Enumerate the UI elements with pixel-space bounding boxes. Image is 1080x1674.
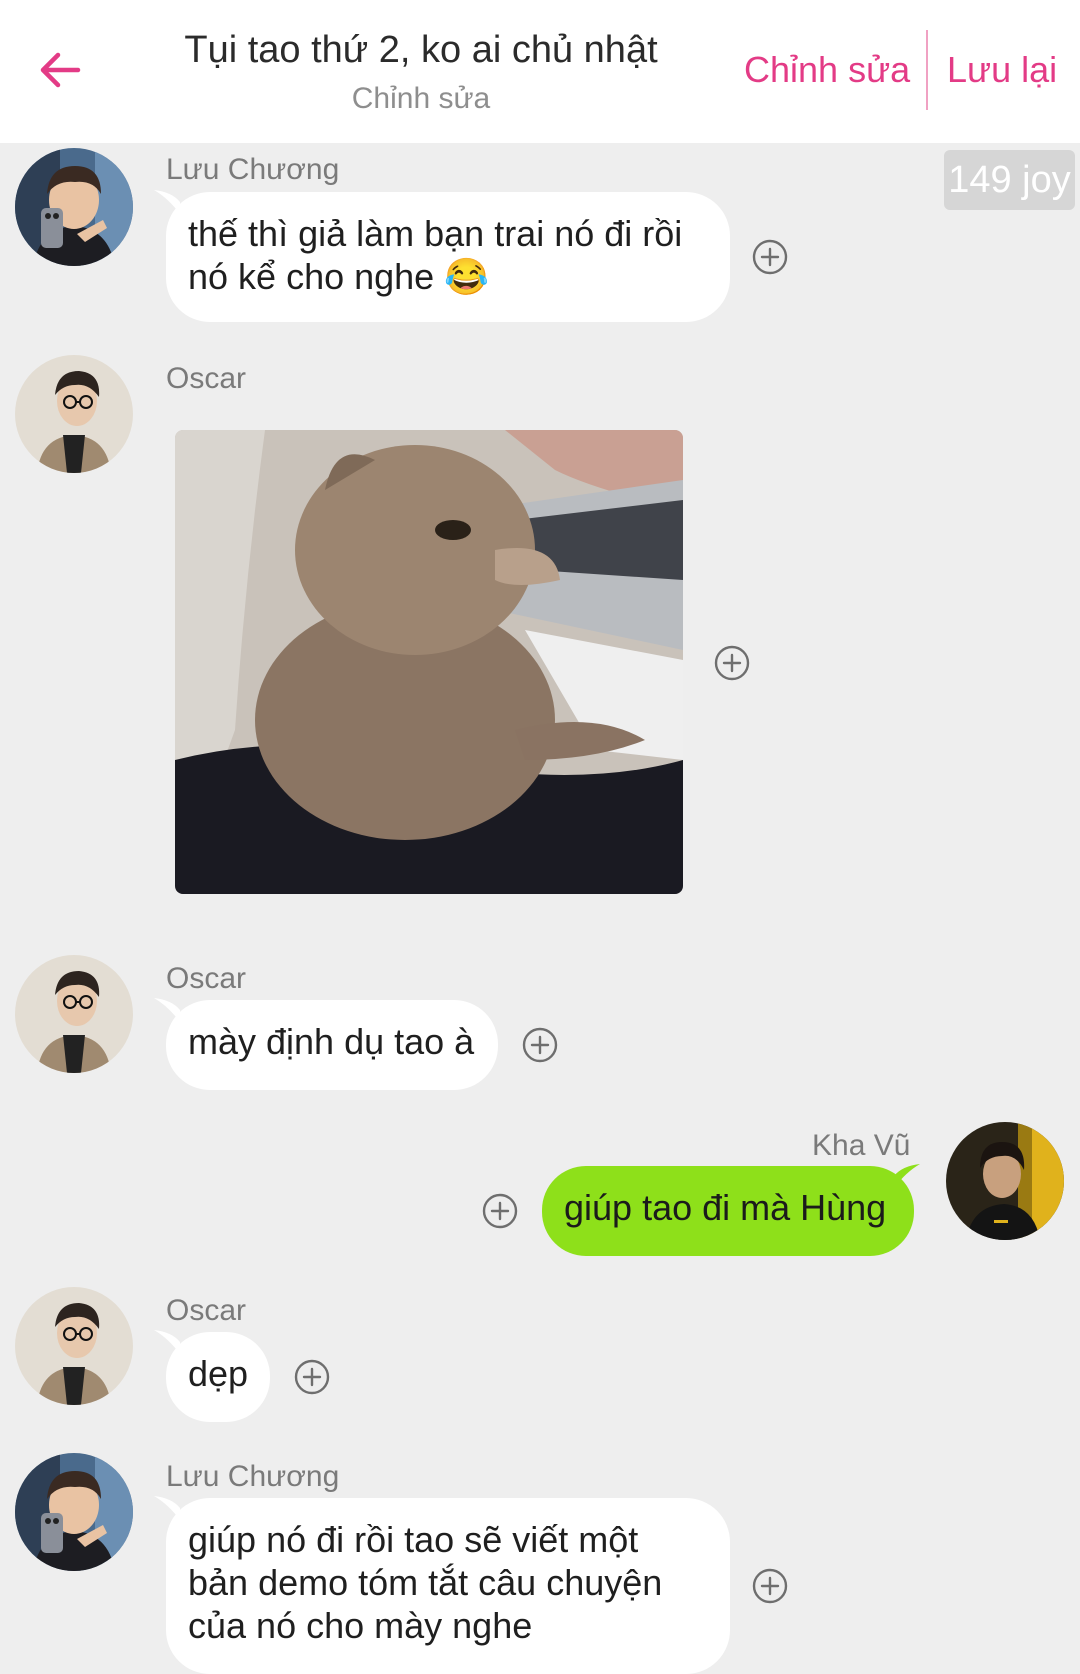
back-button[interactable]	[32, 42, 88, 98]
message-line-with-emoji: nó kể cho nghe 😂	[188, 255, 708, 298]
message-line: nó kể cho nghe	[188, 256, 435, 297]
message-line: giúp tao đi mà Hùng	[564, 1187, 887, 1228]
image-message-cat[interactable]	[175, 430, 683, 894]
sender-name: Lưu Chương	[166, 153, 340, 186]
sender-name: Oscar	[166, 1294, 247, 1327]
plus-circle-icon[interactable]	[522, 1027, 558, 1063]
avatar-oscar[interactable]	[15, 355, 133, 473]
chat-screen: Tụi tao thứ 2, ko ai chủ nhật Chỉnh sửa …	[0, 0, 1080, 1674]
sender-name: Kha Vũ	[812, 1129, 911, 1162]
joy-badge[interactable]: 149 joy	[944, 150, 1075, 210]
header-divider	[926, 30, 928, 110]
avatar-kha-vu[interactable]	[946, 1122, 1064, 1240]
plus-circle-icon[interactable]	[714, 645, 750, 681]
message-line: mày định dụ tao à	[188, 1021, 475, 1062]
arrow-left-icon	[40, 52, 81, 88]
avatar-oscar[interactable]	[15, 1287, 133, 1405]
message-bubble[interactable]: giúp nó đi rồi tao sẽ viết một bản demo …	[166, 1498, 730, 1674]
message-bubble[interactable]: mày định dụ tao à	[166, 1000, 498, 1090]
message-line: bản demo tóm tắt câu chuyện	[188, 1562, 663, 1603]
plus-circle-icon[interactable]	[482, 1193, 518, 1229]
conversation-subtitle[interactable]: Chỉnh sửa	[130, 78, 712, 120]
avatar-oscar[interactable]	[15, 955, 133, 1073]
laughing-emoji: 😂	[444, 256, 490, 297]
avatar-luu-chuong[interactable]	[15, 1453, 133, 1571]
message-bubble[interactable]: thế thì giả làm bạn trai nó đi rồi nó kể…	[166, 192, 730, 322]
conversation-title-block: Tụi tao thứ 2, ko ai chủ nhật Chỉnh sửa	[130, 24, 712, 120]
top-bar: Tụi tao thứ 2, ko ai chủ nhật Chỉnh sửa …	[0, 0, 1080, 143]
message-line: giúp nó đi rồi tao sẽ viết một	[188, 1519, 639, 1560]
message-bubble[interactable]: dẹp	[166, 1332, 270, 1422]
plus-circle-icon[interactable]	[752, 1568, 788, 1604]
message-line: dẹp	[188, 1353, 249, 1394]
message-bubble-mine[interactable]: giúp tao đi mà Hùng	[542, 1166, 914, 1256]
sender-name: Oscar	[166, 962, 247, 995]
plus-circle-icon[interactable]	[294, 1359, 330, 1395]
sender-name: Lưu Chương	[166, 1460, 340, 1493]
message-line: thế thì giả làm bạn trai nó đi rồi	[188, 213, 683, 254]
sender-name: Oscar	[166, 362, 247, 395]
conversation-title: Tụi tao thứ 2, ko ai chủ nhật	[184, 29, 658, 71]
save-button[interactable]: Lưu lại	[947, 48, 1057, 92]
plus-circle-icon[interactable]	[752, 239, 788, 275]
avatar-luu-chuong[interactable]	[15, 148, 133, 266]
message-line: của nó cho mày nghe	[188, 1605, 533, 1646]
edit-button[interactable]: Chỉnh sửa	[744, 48, 910, 92]
